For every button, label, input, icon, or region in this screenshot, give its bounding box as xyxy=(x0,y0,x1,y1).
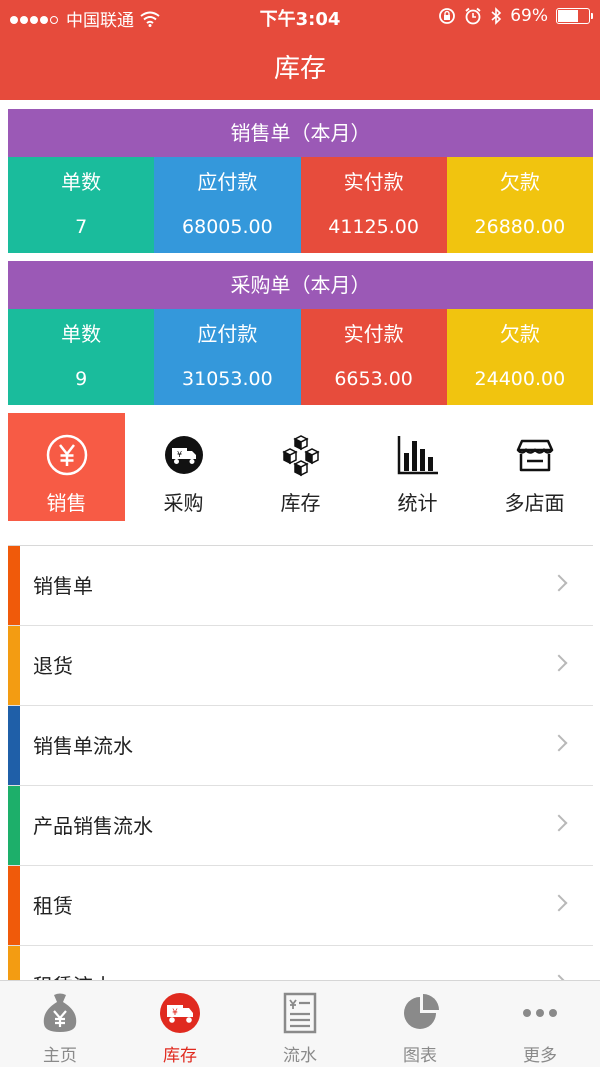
more-dots-icon xyxy=(523,1009,557,1017)
top-bar: 中国联通 下午3:04 69% 库存 xyxy=(0,0,600,100)
list-item-lease[interactable]: 租赁 xyxy=(8,866,593,946)
sales-count-cell: 单数 7 xyxy=(8,157,155,253)
bottom-tab-home[interactable]: 主页 xyxy=(0,981,120,1067)
bottom-tab-flow[interactable]: 流水 xyxy=(240,981,360,1067)
bottom-tab-charts[interactable]: 图表 xyxy=(360,981,480,1067)
tab-statistics[interactable]: 统计 xyxy=(359,413,476,521)
inventory-truck-icon: ¥ xyxy=(160,993,200,1033)
purchase-owed-cell: 欠款 24400.00 xyxy=(446,309,593,405)
svg-text:¥: ¥ xyxy=(172,1008,178,1018)
list-item-lease-flow[interactable]: 租赁流水 xyxy=(8,946,593,980)
bar-chart-icon xyxy=(397,436,438,475)
sales-paid-cell: 实付款 41125.00 xyxy=(300,157,447,253)
list-item-sales-order-flow[interactable]: 销售单流水 xyxy=(8,706,593,786)
bottom-tab-bar: 主页 ¥ 库存 流水 图表 更多 xyxy=(0,980,600,1067)
list-item-returns[interactable]: 退货 xyxy=(8,626,593,706)
ledger-icon xyxy=(283,992,317,1034)
purchase-payable-cell: 应付款 31053.00 xyxy=(154,309,301,405)
chevron-right-icon xyxy=(550,894,568,912)
item-color-bar xyxy=(8,866,20,945)
item-color-bar xyxy=(8,706,20,785)
bottom-tab-more[interactable]: 更多 xyxy=(480,981,600,1067)
svg-text:¥: ¥ xyxy=(176,450,181,459)
item-color-bar xyxy=(8,946,20,980)
yen-circle-icon xyxy=(46,434,87,476)
money-bag-icon xyxy=(43,993,77,1032)
rotation-lock-icon xyxy=(439,8,456,24)
battery-percent: 69% xyxy=(510,6,548,26)
tab-purchase[interactable]: ¥ 采购 xyxy=(125,413,242,521)
chevron-right-icon xyxy=(550,814,568,832)
tab-inventory[interactable]: 库存 xyxy=(242,413,359,521)
page-title: 库存 xyxy=(273,54,326,84)
purchase-summary-card[interactable]: 采购单（本月） 单数 9 应付款 31053.00 实付款 6653.00 欠款… xyxy=(8,261,593,405)
sales-summary-card[interactable]: 销售单（本月） 单数 7 应付款 68005.00 实付款 41125.00 欠… xyxy=(8,109,593,253)
category-tabs: 销售 ¥ 采购 库存 统计 多店面 xyxy=(8,413,593,521)
chevron-right-icon xyxy=(550,654,568,672)
tab-multi-store[interactable]: 多店面 xyxy=(476,413,593,521)
battery-icon xyxy=(556,8,593,24)
sales-owed-cell: 欠款 26880.00 xyxy=(446,157,593,253)
sales-card-title: 销售单（本月） xyxy=(8,109,593,157)
item-color-bar xyxy=(8,786,20,865)
chevron-right-icon xyxy=(550,574,568,592)
tab-sales[interactable]: 销售 xyxy=(8,413,125,521)
purchase-card-title: 采购单（本月） xyxy=(8,261,593,309)
item-color-bar xyxy=(8,626,20,705)
status-bar: 中国联通 下午3:04 69% xyxy=(0,0,600,34)
bluetooth-icon xyxy=(491,7,502,25)
purchase-paid-cell: 实付款 6653.00 xyxy=(300,309,447,405)
store-icon xyxy=(516,439,553,472)
alarm-icon xyxy=(465,7,481,25)
sales-payable-cell: 应付款 68005.00 xyxy=(154,157,301,253)
menu-list: 销售单 退货 销售单流水 产品销售流水 租赁 租赁流水 xyxy=(8,545,593,980)
purchase-count-cell: 单数 9 xyxy=(8,309,155,405)
pie-chart-icon xyxy=(404,994,439,1029)
item-color-bar xyxy=(8,546,20,625)
bottom-tab-inventory[interactable]: ¥ 库存 xyxy=(120,981,240,1067)
chevron-right-icon xyxy=(550,734,568,752)
boxes-icon xyxy=(281,435,320,477)
list-item-product-sales-flow[interactable]: 产品销售流水 xyxy=(8,786,593,866)
list-item-sales-order[interactable]: 销售单 xyxy=(8,546,593,626)
truck-icon: ¥ xyxy=(164,436,203,474)
